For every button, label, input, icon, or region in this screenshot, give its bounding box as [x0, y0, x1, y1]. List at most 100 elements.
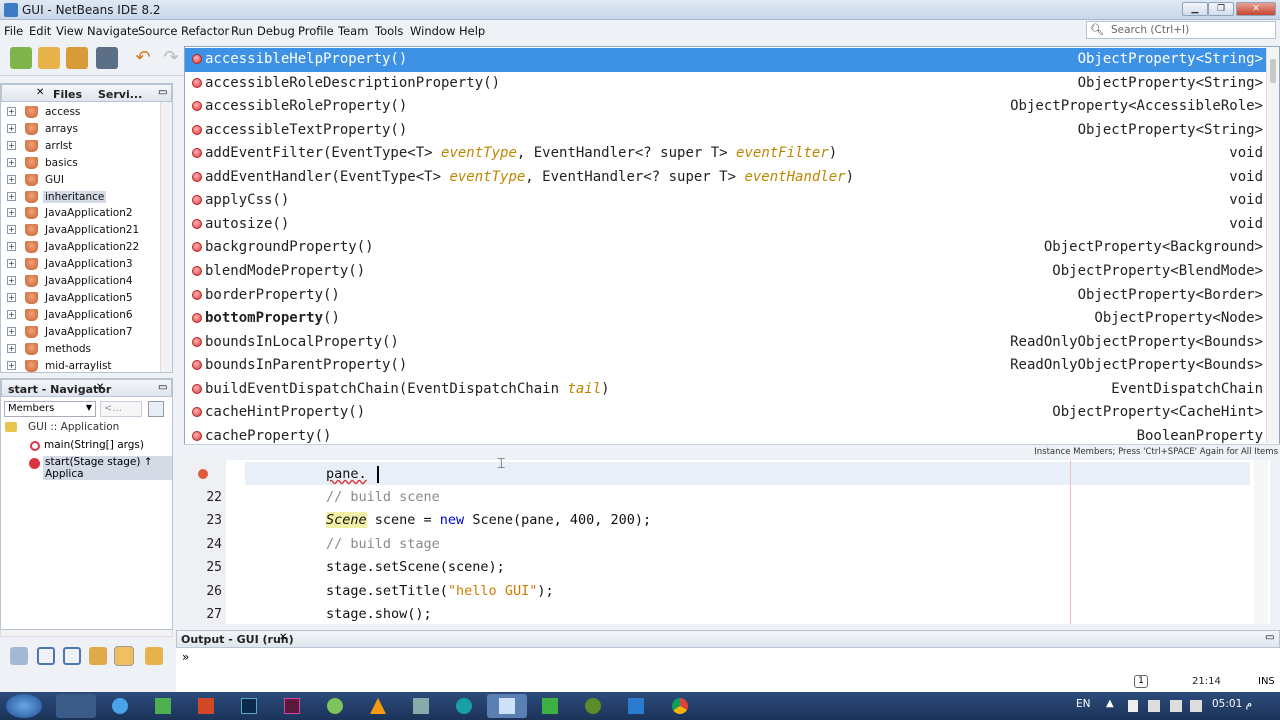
battery-icon[interactable]: [1128, 700, 1138, 712]
app-icon[interactable]: [143, 694, 183, 718]
split-icon[interactable]: [63, 647, 81, 665]
menu-view[interactable]: View: [56, 24, 83, 38]
package-icon[interactable]: [89, 647, 107, 665]
wrench-icon[interactable]: [145, 647, 163, 665]
project-item[interactable]: + JavaApplication3: [1, 256, 161, 273]
completion-item[interactable]: accessibleHelpProperty() ObjectProperty<S…: [185, 48, 1267, 72]
expand-icon[interactable]: +: [7, 360, 16, 370]
completion-item[interactable]: addEventFilter(EventType<T> eventType, E…: [185, 142, 1267, 166]
expand-icon[interactable]: +: [7, 107, 16, 116]
expand-icon[interactable]: +: [7, 343, 16, 353]
menu-navigate[interactable]: Navigate: [87, 24, 139, 38]
flag-icon[interactable]: [1170, 700, 1182, 712]
menu-run[interactable]: Run: [231, 24, 253, 38]
minimize-panel-icon[interactable]: ▭: [158, 87, 167, 98]
completion-item[interactable]: bottomProperty() ObjectProperty<Node>: [185, 307, 1267, 331]
completion-item[interactable]: addEventHandler(EventType<T> eventType, …: [185, 166, 1267, 190]
history-select[interactable]: <...: [100, 401, 142, 417]
arduino-icon[interactable]: [444, 694, 484, 718]
minimize-panel-icon[interactable]: ▭: [1265, 632, 1274, 643]
project-item[interactable]: + JavaApplication5: [1, 290, 161, 307]
completion-item[interactable]: accessibleRoleProperty() ObjectProperty<A…: [185, 95, 1267, 119]
menu-debug[interactable]: Debug: [257, 24, 295, 38]
notification-badge[interactable]: 1: [1134, 675, 1148, 688]
media-icon[interactable]: [100, 694, 140, 718]
expand-icon[interactable]: +: [7, 225, 16, 235]
close-tab-icon[interactable]: ✕: [96, 382, 104, 393]
explorer-icon[interactable]: [56, 694, 96, 718]
wifi-app-icon[interactable]: [315, 694, 355, 718]
new-file-icon[interactable]: [10, 47, 32, 69]
completion-scrollbar[interactable]: [1266, 47, 1279, 443]
tab-output[interactable]: Output - GUI (run): [181, 633, 294, 646]
expand-icon[interactable]: +: [7, 259, 16, 269]
vlc-icon[interactable]: [358, 694, 398, 718]
tab-files[interactable]: Files: [53, 88, 82, 101]
app3-icon[interactable]: [573, 694, 613, 718]
gear-icon[interactable]: [10, 647, 28, 665]
projects-scrollbar[interactable]: [160, 102, 172, 372]
completion-item[interactable]: backgroundProperty() ObjectProperty<Backg…: [185, 236, 1267, 260]
project-item[interactable]: + access: [1, 104, 161, 121]
tools-icon[interactable]: [401, 694, 441, 718]
completion-item[interactable]: accessibleRoleDescriptionProperty() Objec…: [185, 72, 1267, 96]
project-item[interactable]: + arrlst: [1, 138, 161, 155]
save-all-icon[interactable]: [96, 47, 118, 69]
search-field[interactable]: 🔍︎ Search (Ctrl+I): [1086, 21, 1276, 39]
redo-icon[interactable]: ↷: [160, 47, 182, 69]
volume-icon[interactable]: [1190, 700, 1202, 712]
expand-icon[interactable]: +: [7, 123, 16, 133]
expand-icon[interactable]: +: [7, 309, 16, 319]
menu-refactor[interactable]: Refactor: [181, 24, 229, 38]
layout-icon[interactable]: [37, 647, 55, 665]
project-item[interactable]: + JavaApplication6: [1, 307, 161, 324]
network-icon[interactable]: [1148, 700, 1160, 712]
scroll-thumb[interactable]: [1270, 59, 1276, 83]
filter-icon[interactable]: [148, 401, 164, 417]
completion-item[interactable]: boundsInParentProperty() ReadOnlyObjectPr…: [185, 354, 1267, 378]
menu-edit[interactable]: Edit: [29, 24, 51, 38]
project-item[interactable]: + JavaApplication2: [1, 205, 161, 222]
chrome-icon[interactable]: [660, 694, 700, 718]
expand-icon[interactable]: +: [7, 174, 16, 184]
menu-team[interactable]: Team: [338, 24, 368, 38]
clock[interactable]: 05:01 م: [1212, 698, 1252, 710]
completion-item[interactable]: autosize() void: [185, 213, 1267, 237]
vscode-icon[interactable]: [616, 694, 656, 718]
project-item[interactable]: + JavaApplication21: [1, 222, 161, 239]
project-item[interactable]: + arrays: [1, 121, 161, 138]
close-tab-icon[interactable]: ✕: [279, 632, 287, 643]
close-button[interactable]: ✕: [1236, 2, 1276, 16]
start-button[interactable]: [6, 694, 42, 718]
completion-item[interactable]: cacheHintProperty() ObjectProperty<CacheH…: [185, 401, 1267, 425]
expand-icon[interactable]: +: [7, 208, 16, 218]
project-item[interactable]: + inheritance: [1, 189, 161, 206]
output-expand-icon[interactable]: »: [182, 650, 189, 664]
editor-scrollbar[interactable]: [1254, 460, 1268, 624]
expand-icon[interactable]: +: [7, 191, 16, 201]
menu-window[interactable]: Window: [410, 24, 455, 38]
new-project-icon[interactable]: [38, 47, 60, 69]
undo-icon[interactable]: ↶: [132, 47, 154, 69]
expand-icon[interactable]: +: [7, 157, 16, 167]
menu-help[interactable]: Help: [459, 24, 485, 38]
netbeans-task-icon[interactable]: [487, 694, 527, 718]
menu-source[interactable]: Source: [138, 24, 178, 38]
members-select[interactable]: Members ▼: [4, 401, 96, 417]
navigator-root[interactable]: GUI :: Application: [28, 421, 119, 433]
powerpoint-icon[interactable]: [186, 694, 226, 718]
project-item[interactable]: + GUI: [1, 172, 161, 189]
indesign-icon[interactable]: [272, 694, 312, 718]
app2-icon[interactable]: [530, 694, 570, 718]
project-item[interactable]: + methods: [1, 341, 161, 358]
menu-tools[interactable]: Tools: [375, 24, 403, 38]
completion-item[interactable]: applyCss() void: [185, 189, 1267, 213]
hint-bulb-icon[interactable]: [198, 469, 208, 479]
completion-item[interactable]: boundsInLocalProperty() ReadOnlyObjectPro…: [185, 331, 1267, 355]
menu-file[interactable]: File: [4, 24, 23, 38]
navigator-member-main[interactable]: main(String[] args): [44, 439, 144, 451]
minimize-button[interactable]: ▁: [1182, 2, 1208, 16]
completion-item[interactable]: blendModeProperty() ObjectProperty<BlendM…: [185, 260, 1267, 284]
completion-item[interactable]: borderProperty() ObjectProperty<Border>: [185, 284, 1267, 308]
photoshop-icon[interactable]: [229, 694, 269, 718]
